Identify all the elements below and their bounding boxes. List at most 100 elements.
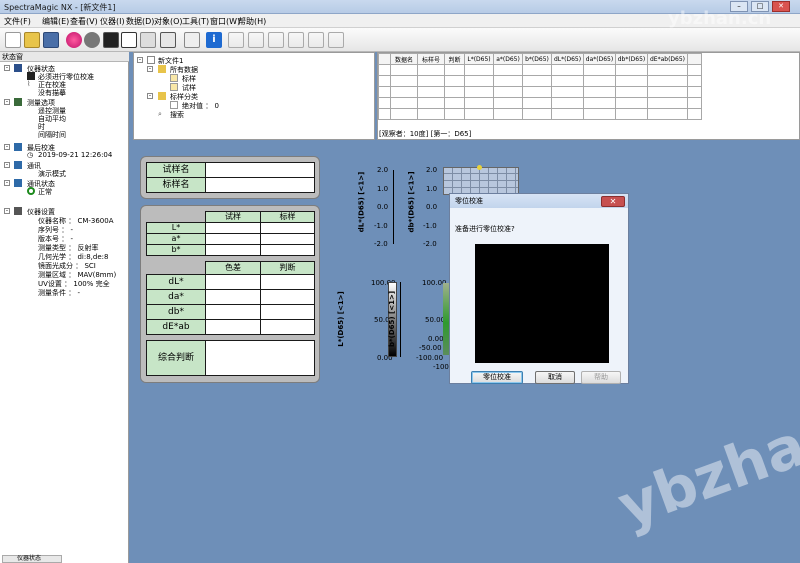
new-file-icon[interactable] <box>5 32 21 48</box>
col-header[interactable]: da*(D65) <box>583 53 616 65</box>
row-da-label: da* <box>146 289 206 305</box>
overall-judge-label: 综合判断 <box>146 340 206 376</box>
col-header[interactable]: dE*ab(D65) <box>647 53 688 65</box>
dl-axis-line <box>393 170 394 244</box>
collapse-toggle[interactable]: - <box>4 180 10 186</box>
option-item: 间隔时间 <box>38 131 66 139</box>
setting-item: 测量条件 ： - <box>38 289 80 297</box>
l-axis-label: L*(D65) [<1>] <box>336 291 345 347</box>
dl-value <box>205 274 261 290</box>
row-de-label: dE*ab <box>146 319 206 335</box>
menu-edit[interactable]: 编辑(E) <box>42 16 69 27</box>
tool-c-icon[interactable] <box>268 32 284 48</box>
cancel-button[interactable]: 取消 <box>535 371 575 384</box>
collapse-toggle[interactable]: - <box>147 66 153 72</box>
row-db-label: db* <box>146 304 206 320</box>
tick-label: -2.0 <box>423 240 437 248</box>
tick-label: 2.0 <box>426 166 438 174</box>
comm-icon <box>14 161 22 169</box>
help-button[interactable]: 帮助 <box>581 371 621 384</box>
zero-calibration-dialog: 零位校准 ✕ 准备进行零位校准? 零位校准 取消 帮助 <box>449 193 629 384</box>
col-header[interactable]: b*(D65) <box>522 53 552 65</box>
window-icon[interactable] <box>160 32 176 48</box>
menu-view[interactable]: 查看(V) <box>70 16 98 27</box>
measure-options-icon <box>14 98 22 106</box>
standard-icon <box>170 74 178 82</box>
l-axis-line <box>400 282 401 357</box>
b-sample-value <box>205 244 261 256</box>
collapse-toggle[interactable]: - <box>4 144 10 150</box>
tree-absolute[interactable]: 绝对值 ： 0 <box>182 101 219 111</box>
clock-icon: ◷ <box>27 151 34 159</box>
collapse-toggle[interactable]: - <box>137 57 143 63</box>
tool-a-icon[interactable] <box>228 32 244 48</box>
tree-search[interactable]: 搜索 <box>170 110 184 120</box>
table-row[interactable] <box>378 97 702 109</box>
standard-name-field[interactable] <box>205 177 315 193</box>
col-header[interactable]: dL*(D65) <box>551 53 584 65</box>
db-value <box>205 304 261 320</box>
instrument-icon[interactable] <box>140 32 156 48</box>
menu-data[interactable]: 数据(D) <box>126 16 154 27</box>
instrument-icon <box>14 64 22 72</box>
tick-label: 0.0 <box>426 203 438 211</box>
calibrate-icon[interactable] <box>84 32 100 48</box>
info-icon[interactable]: i <box>206 32 222 48</box>
doc-icon[interactable] <box>184 32 200 48</box>
calibration-icon <box>14 143 22 151</box>
db-marker <box>477 165 482 170</box>
table-row[interactable] <box>378 108 702 120</box>
close-button[interactable]: ✕ <box>772 1 790 12</box>
tool-b-icon[interactable] <box>248 32 264 48</box>
menu-tools[interactable]: 工具(T) <box>182 16 209 27</box>
b-axis-label: b*(D65) [<1>] <box>388 290 397 348</box>
status-item: 没有描摹 <box>38 89 66 97</box>
folder-icon <box>158 65 166 73</box>
tab-instrument-status[interactable]: 仪器状态 <box>2 555 62 563</box>
measure-icon[interactable] <box>66 32 82 48</box>
tick-label: 2.0 <box>377 166 389 174</box>
col-header[interactable]: L*(D65) <box>464 53 494 65</box>
col-header[interactable]: 数据名 <box>390 53 418 65</box>
col-header[interactable]: a*(D65) <box>493 53 523 65</box>
data-table: 数据名 标样号 判断 L*(D65) a*(D65) b*(D65) dL*(D… <box>377 52 800 140</box>
col-header[interactable]: 标样号 <box>417 53 445 65</box>
menu-object[interactable]: 对象(O) <box>154 16 183 27</box>
open-folder-icon[interactable] <box>24 32 40 48</box>
collapse-toggle[interactable]: - <box>4 99 10 105</box>
sample-icon <box>170 83 178 91</box>
b-standard-value <box>260 244 315 256</box>
col-judge-header: 判断 <box>260 261 315 275</box>
comm-value: 演示模式 <box>38 170 66 178</box>
collapse-toggle[interactable]: - <box>4 65 10 71</box>
white-cal-icon[interactable] <box>121 32 137 48</box>
table-row[interactable] <box>378 86 702 98</box>
collapse-toggle[interactable]: - <box>4 208 10 214</box>
settings-icon <box>14 207 22 215</box>
tick-label: -50.00 <box>419 344 442 352</box>
menu-file[interactable]: 文件(F) <box>4 16 31 27</box>
menu-instrument[interactable]: 仪器(I) <box>100 16 125 27</box>
collapse-toggle[interactable]: - <box>4 162 10 168</box>
tool-d-icon[interactable] <box>288 32 304 48</box>
sample-name-field[interactable] <box>205 162 315 178</box>
save-icon[interactable] <box>43 32 59 48</box>
tick-label: -1.0 <box>374 222 388 230</box>
collapse-toggle[interactable]: - <box>147 93 153 99</box>
zero-calibration-button[interactable]: 零位校准 <box>471 371 523 384</box>
tool-f-icon[interactable] <box>328 32 344 48</box>
black-cal-icon[interactable] <box>103 32 119 48</box>
warning-icon <box>27 72 35 80</box>
dialog-close-button[interactable]: ✕ <box>601 196 625 207</box>
menu-window[interactable]: 窗口(W) <box>210 16 240 27</box>
window-title: SpectraMagic NX - [新文件1] <box>4 3 116 12</box>
da-value <box>205 289 261 305</box>
col-header[interactable]: db*(D65) <box>615 53 648 65</box>
tool-e-icon[interactable] <box>308 32 324 48</box>
col-filler <box>687 53 702 65</box>
menu-help[interactable]: 帮助(H) <box>238 16 266 27</box>
last-calibration-value: 2019-09-21 12:26:04 <box>38 151 113 159</box>
table-row[interactable] <box>378 64 702 76</box>
table-row[interactable] <box>378 75 702 87</box>
col-header[interactable]: 判断 <box>444 53 465 65</box>
